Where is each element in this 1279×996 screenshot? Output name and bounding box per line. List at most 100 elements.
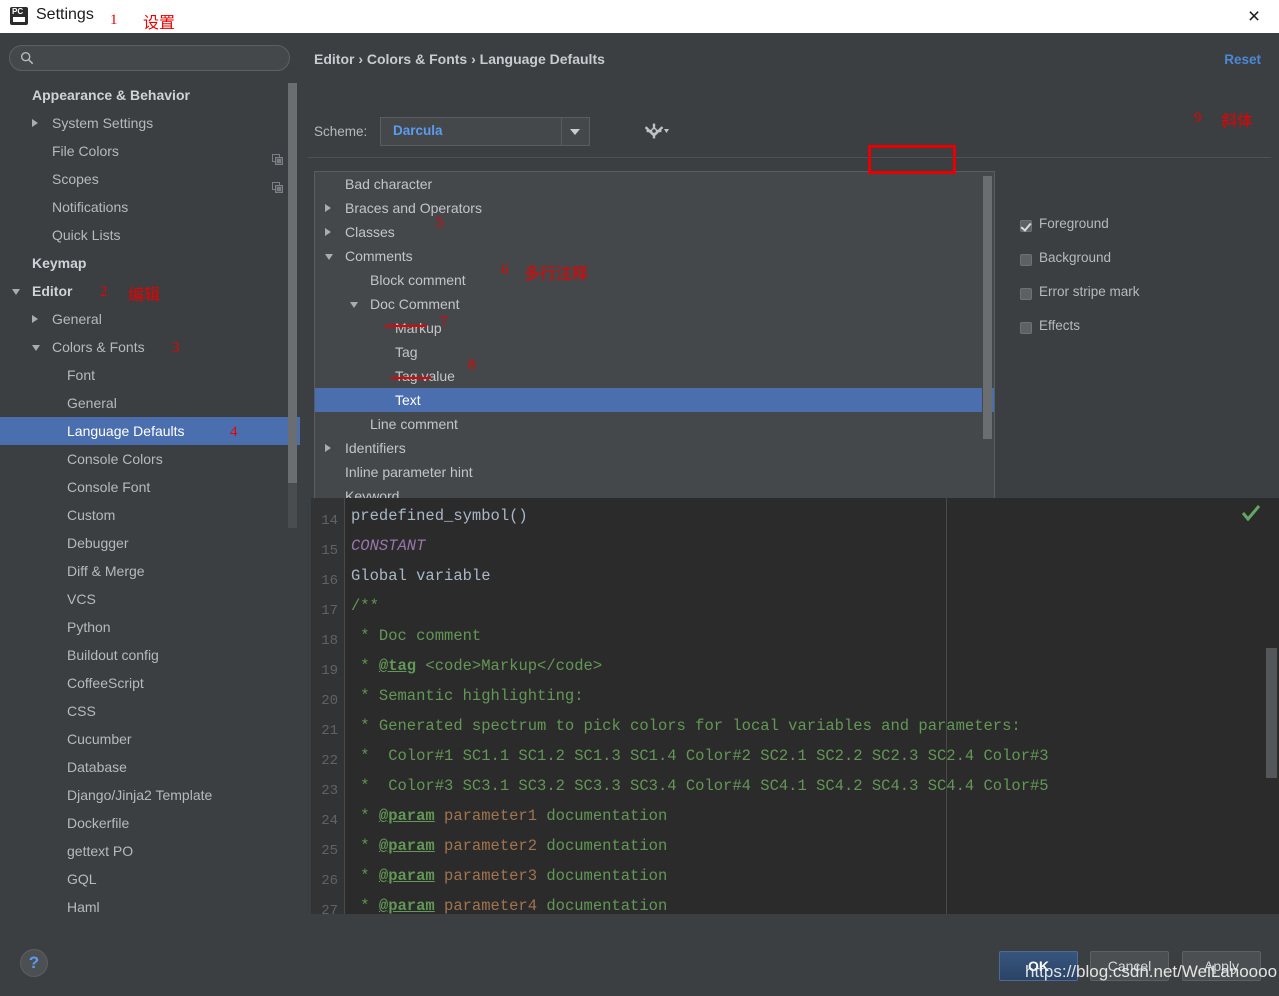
- chevron-down-icon[interactable]: [561, 118, 589, 145]
- color-tree-row[interactable]: Line comment: [315, 412, 994, 436]
- sidebar-item-label: File Colors: [52, 143, 119, 159]
- code-preview[interactable]: 14 predefined_symbol() 15 CONSTANT 16 Global …: [311, 498, 1279, 914]
- error-stripe-checkbox[interactable]: [1020, 288, 1032, 300]
- chevron-down-icon[interactable]: [325, 254, 333, 260]
- color-settings-rows[interactable]: Bad character Braces and Operators Classes…: [315, 172, 994, 528]
- color-tree-row[interactable]: Identifiers: [315, 436, 994, 460]
- sidebar-item-django-jinja2-template[interactable]: Django/Jinja2 Template: [0, 781, 300, 809]
- code-token: * Generated spectrum to pick colors for …: [351, 717, 1021, 735]
- copy-icon[interactable]: [272, 174, 283, 193]
- color-tree-scrollbar-thumb[interactable]: [983, 176, 992, 439]
- sidebar-item-label: Quick Lists: [52, 227, 121, 243]
- search-box[interactable]: [9, 45, 290, 71]
- sidebar-item-vcs[interactable]: VCS: [0, 585, 300, 613]
- search-input[interactable]: [40, 49, 284, 69]
- sidebar-item-console-font[interactable]: Console Font: [0, 473, 300, 501]
- sidebar-item-label: Scopes: [52, 171, 99, 187]
- chevron-right-icon[interactable]: [325, 204, 331, 212]
- chevron-right-icon[interactable]: [32, 119, 38, 127]
- sidebar-item-python[interactable]: Python: [0, 613, 300, 641]
- effects-checkbox[interactable]: [1020, 322, 1032, 334]
- sidebar-item-console-colors[interactable]: Console Colors: [0, 445, 300, 473]
- color-tree-row[interactable]: Inline parameter hint: [315, 460, 994, 484]
- code-token: * Color#3 SC3.1 SC3.2 SC3.3 SC3.4 Color#…: [351, 777, 1049, 795]
- foreground-label: Foreground: [1039, 216, 1109, 231]
- sidebar-item-css[interactable]: CSS: [0, 697, 300, 725]
- color-settings-tree[interactable]: Bad character Braces and Operators Classes…: [314, 171, 995, 529]
- sidebar-item-cucumber[interactable]: Cucumber: [0, 725, 300, 753]
- sidebar-item-label: Cucumber: [67, 731, 132, 747]
- annotation-text: 多行注释: [524, 266, 589, 283]
- sidebar-item-gettext-po[interactable]: gettext PO: [0, 837, 300, 865]
- color-tree-row-label: Line comment: [370, 416, 458, 432]
- sidebar-item-language-defaults[interactable]: Language Defaults: [0, 417, 300, 445]
- reset-link[interactable]: Reset: [1224, 52, 1261, 67]
- preview-scrollbar-thumb[interactable]: [1266, 648, 1277, 778]
- scheme-label: Scheme:: [314, 124, 368, 139]
- sidebar-item-label: General: [52, 311, 102, 327]
- sidebar-item-quick-lists[interactable]: Quick Lists: [0, 221, 300, 249]
- scheme-combobox[interactable]: Darcula: [380, 117, 590, 146]
- sidebar-item-general[interactable]: General: [0, 389, 300, 417]
- sidebar-item-notifications[interactable]: Notifications: [0, 193, 300, 221]
- annotation-underline: [385, 325, 427, 327]
- help-button[interactable]: ?: [20, 949, 48, 977]
- pycharm-icon: PC: [10, 7, 28, 25]
- sidebar-item-debugger[interactable]: Debugger: [0, 529, 300, 557]
- color-tree-row[interactable]: Tag: [315, 340, 994, 364]
- sidebar-item-keymap[interactable]: Keymap: [0, 249, 300, 277]
- color-tree-scrollbar[interactable]: [982, 174, 992, 528]
- chevron-right-icon[interactable]: [32, 315, 38, 323]
- color-tree-row[interactable]: Tag value: [315, 364, 994, 388]
- code-token: parameter2: [434, 837, 538, 855]
- sidebar-item-diff-merge[interactable]: Diff & Merge: [0, 557, 300, 585]
- color-tree-row-label: Markup: [395, 320, 442, 336]
- chevron-down-icon[interactable]: [12, 289, 20, 295]
- sidebar-item-system-settings[interactable]: System Settings: [0, 109, 300, 137]
- sidebar-item-scopes[interactable]: Scopes: [0, 165, 300, 193]
- sidebar-item-coffeescript[interactable]: CoffeeScript: [0, 669, 300, 697]
- gear-glyph: [644, 123, 669, 139]
- copy-icon[interactable]: [272, 146, 283, 165]
- sidebar-item-dockerfile[interactable]: Dockerfile: [0, 809, 300, 837]
- sidebar-item-font[interactable]: Font: [0, 361, 300, 389]
- gear-icon[interactable]: [644, 121, 671, 141]
- code-line: 21 * Generated spectrum to pick colors f…: [311, 711, 1279, 741]
- sidebar-scrollbar[interactable]: [288, 83, 297, 528]
- code-token: documentation: [537, 837, 668, 855]
- chevron-right-icon[interactable]: [325, 444, 331, 452]
- code-text: /**: [351, 591, 379, 621]
- sidebar-item-label: Keymap: [32, 255, 87, 271]
- color-tree-row[interactable]: Braces and Operators: [315, 196, 994, 220]
- sidebar-item-appearance-behavior[interactable]: Appearance & Behavior: [0, 81, 300, 109]
- sidebar-item-colors-fonts[interactable]: Colors & Fonts: [0, 333, 300, 361]
- color-tree-row[interactable]: Comments: [315, 244, 994, 268]
- color-tree-row[interactable]: Text: [315, 388, 994, 412]
- code-line: 27 * @param parameter4 documentation: [311, 891, 1279, 914]
- code-text: * Doc comment: [351, 621, 481, 651]
- close-icon[interactable]: ×: [1241, 4, 1267, 30]
- chevron-down-icon[interactable]: [32, 345, 40, 351]
- sidebar-item-buildout-config[interactable]: Buildout config: [0, 641, 300, 669]
- foreground-checkbox[interactable]: [1020, 220, 1032, 232]
- chevron-down-icon[interactable]: [350, 302, 358, 308]
- sidebar-item-label: Custom: [67, 507, 116, 523]
- color-tree-row-label: Bad character: [345, 176, 433, 192]
- chevron-right-icon[interactable]: [325, 228, 331, 236]
- sidebar-tree[interactable]: Appearance & Behavior System Settings File…: [0, 81, 300, 926]
- sidebar-item-database[interactable]: Database: [0, 753, 300, 781]
- sidebar-scrollbar-thumb[interactable]: [288, 83, 297, 483]
- sidebar-item-gql[interactable]: GQL: [0, 865, 300, 893]
- color-tree-row[interactable]: Classes: [315, 220, 994, 244]
- color-tree-row[interactable]: Bad character: [315, 172, 994, 196]
- sidebar-item-general[interactable]: General: [0, 305, 300, 333]
- color-tree-row[interactable]: Doc Comment: [315, 292, 994, 316]
- color-tree-row[interactable]: Markup: [315, 316, 994, 340]
- sidebar-item-custom[interactable]: Custom: [0, 501, 300, 529]
- color-tree-row[interactable]: Block comment: [315, 268, 994, 292]
- background-checkbox[interactable]: [1020, 254, 1032, 266]
- sidebar-item-label: Font: [67, 367, 96, 383]
- sidebar-item-haml[interactable]: Haml: [0, 893, 300, 921]
- sidebar-item-label: Database: [67, 759, 127, 775]
- sidebar-item-file-colors[interactable]: File Colors: [0, 137, 300, 165]
